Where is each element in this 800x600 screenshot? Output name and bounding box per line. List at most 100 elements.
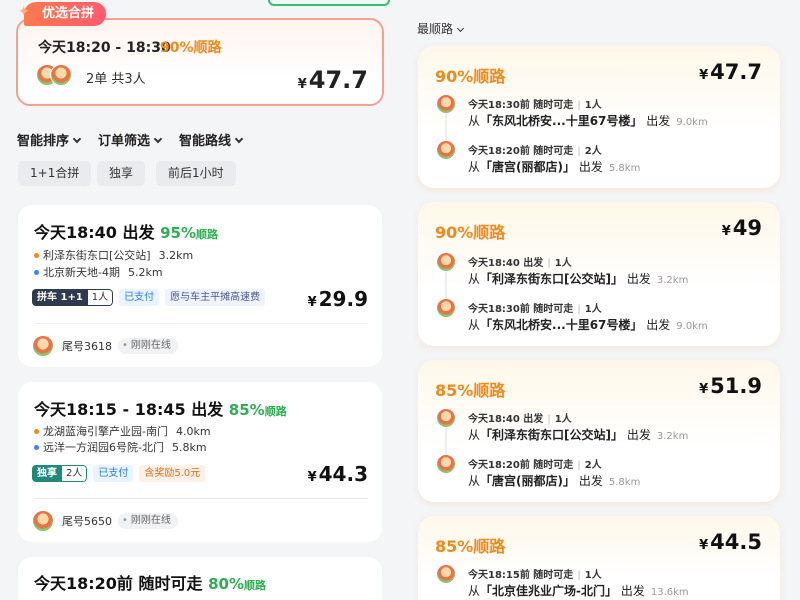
leg-distance: 3.2km [656,275,689,286]
paid-badge: 已支付 [93,465,134,482]
order-percent: 85%顺路 [229,401,287,419]
leg-distance: 5.8km [608,163,641,174]
toll-share-badge: 愿与车主平摊高速费 [165,289,266,306]
quote-open: 「 [480,114,493,128]
stop-name: 北京新天地-4期 [43,266,120,279]
separator: | [577,146,581,157]
quote-open: 「 [480,474,493,488]
order-tags: 拼车 1+1 1人 已支付 愿与车主平摊高速费 [32,289,266,306]
order-price: ¥44.3 [308,462,368,486]
leg-people: 1人 [554,258,572,269]
smart-sort-dropdown[interactable]: 智能排序 [17,130,82,149]
price-value: 47.7 [308,66,368,94]
stop-distance: 5.2km [127,266,163,279]
route-card[interactable]: 90%顺路 ¥47.7 今天18:30前 随时可走 | 1人 从「东风北桥安...十… [418,46,780,188]
order-card[interactable]: 今天18:20前 随时可走 80%顺路 [18,557,382,600]
leg-origin: 从「东风北桥安...十里67号楼」 出发 9.0km [468,316,708,333]
currency-symbol: ¥ [307,295,317,310]
ride-mode: 拼车 1+1 [32,289,88,306]
chip-time-window[interactable]: 前后1小时 [156,161,236,186]
leg-distance: 9.0km [676,321,708,332]
origin-name: 利泽东街东口[公交站] [492,428,612,442]
currency-symbol: ¥ [699,538,709,553]
leg-meta: 今天18:40 出发 | 1人 [468,410,572,425]
currency-symbol: ¥ [699,382,709,397]
order-card[interactable]: 今天18:40 出发 95%顺路 利泽东街东口[公交站] 3.2km 北京新天地-… [18,205,382,367]
order-title: 今天18:20前 随时可走 80%顺路 [34,570,266,594]
chevron-down-icon [456,24,465,33]
best-match-price: ¥47.7 [298,66,368,94]
order-filter-dropdown[interactable]: 订单筛选 [98,130,163,149]
dropoff-stop: 北京新天地-4期 5.2km [34,264,163,280]
leg-time: 今天18:40 出发 [468,258,544,269]
from-suffix: 出发 [626,272,651,286]
leg-origin: 从「唐宫(丽都店)」 出发 5.8km [468,158,640,175]
route-percent: 85%顺路 [435,537,506,556]
dropoff-dot-icon [34,445,39,450]
chip-carpool[interactable]: 1+1合拼 [18,161,92,186]
leg-meta: 今天18:15前 随时可走 | 1人 [468,566,602,581]
currency-symbol: ¥ [721,224,731,239]
order-time: 今天18:15 - 18:45 出发 [34,400,224,419]
from-suffix: 出发 [646,114,671,128]
divider [34,498,368,499]
smart-route-dropdown[interactable]: 智能路线 [179,130,244,149]
ride-mode-badge: 独享 2人 [32,465,88,482]
leg-distance: 3.2km [656,431,689,442]
from-prefix: 从 [468,584,481,598]
dropdown-label: 智能路线 [179,134,232,149]
paid-badge: 已支付 [119,289,160,306]
order-percent: 80%顺路 [208,575,266,593]
origin-name: 唐宫(丽都店) [492,474,564,488]
pickup-dot-icon [34,429,39,434]
route-card[interactable]: 85%顺路 ¥44.5 今天18:15前 随时可走 | 1人 从「北京佳兆业广场-北… [418,516,780,600]
leg-people: 1人 [584,304,602,315]
chip-exclusive[interactable]: 独享 [97,161,146,186]
order-card[interactable]: 今天18:15 - 18:45 出发 85%顺路 龙湖蓝海引擎产业园-南门 4.0… [18,382,382,542]
passenger-count: 2人 [62,465,88,482]
leg-distance: 13.6km [650,587,689,598]
quote-close: 」 [605,584,618,598]
from-suffix: 出发 [620,584,645,598]
route-card[interactable]: 90%顺路 ¥49 今天18:40 出发 | 1人 从「利泽东街东口[公交站]」 出… [418,202,780,346]
origin-name: 唐宫(丽都店) [492,160,564,174]
dropdown-label: 订单筛选 [98,134,151,149]
route-price: ¥49 [722,216,762,240]
leg-people: 2人 [584,460,602,471]
leg-origin: 从「北京佳兆业广场-北门」 出发 13.6km [468,582,689,599]
leg-time: 今天18:30前 随时可走 [468,100,574,111]
quote-open: 「 [480,160,493,174]
stop-distance: 5.8km [171,441,207,454]
leg-origin: 从「利泽东街东口[公交站]」 出发 3.2km [468,270,688,287]
quote-close: 」 [611,272,624,286]
sort-dropdown[interactable]: 最顺路 [417,20,465,37]
avatar [436,408,456,428]
order-title: 今天18:40 出发 95%顺路 [34,219,218,243]
percent-value: 80% [208,575,244,593]
origin-name: 东风北桥安...十里67号楼 [492,114,631,128]
route-percent: 90%顺路 [435,223,506,242]
leg-meta: 今天18:30前 随时可走 | 1人 [468,96,602,111]
from-prefix: 从 [468,272,481,286]
quote-open: 「 [480,272,493,286]
avatar [436,252,456,272]
leg-people: 1人 [584,570,602,581]
quote-close: 」 [563,160,576,174]
origin-name: 北京佳兆业广场-北门 [492,584,606,598]
pickup-dot-icon [34,253,39,258]
best-match-tag: ✦ 优选合拼 [18,2,107,26]
leg-meta: 今天18:40 出发 | 1人 [468,254,572,269]
best-match-percent: 90%顺路 [160,40,222,56]
online-status-badge: 刚刚在线 [118,338,178,354]
price-value: 51.9 [710,374,762,398]
from-prefix: 从 [468,318,481,332]
leg-meta: 今天18:30前 随时可走 | 1人 [468,300,602,315]
route-list-panel: 最顺路 90%顺路 ¥47.7 今天18:30前 随时可走 | 1人 从「东风北桥安… [400,0,800,600]
price-value: 44.3 [318,462,368,486]
origin-name: 利泽东街东口[公交站] [492,272,612,286]
route-card[interactable]: 85%顺路 ¥51.9 今天18:40 出发 | 1人 从「利泽东街东口[公交站]」… [418,360,780,502]
stop-distance: 4.0km [175,425,211,438]
order-title: 今天18:15 - 18:45 出发 85%顺路 [34,396,287,420]
chevron-down-icon [72,134,82,144]
price-value: 47.7 [710,60,762,84]
